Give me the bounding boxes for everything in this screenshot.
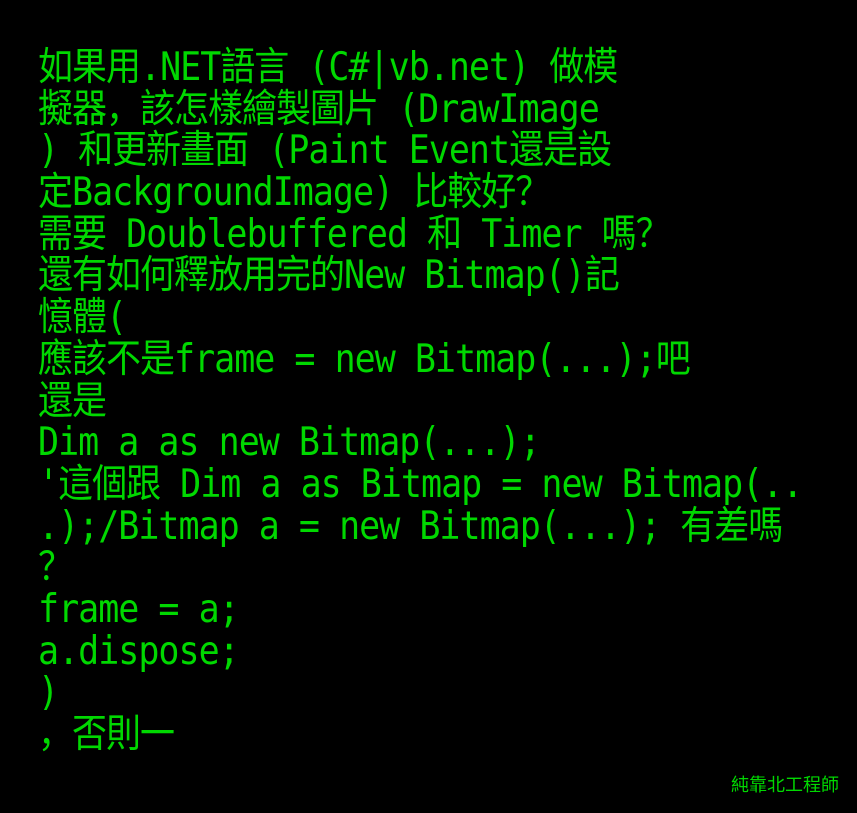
text-line: 還有如何釋放用完的New Bitmap()記 xyxy=(38,253,620,299)
signature-watermark: 純靠北工程師 xyxy=(731,775,839,796)
text-line: ，否則一 xyxy=(38,712,175,758)
text-line: 應該不是frame = new Bitmap(...);吧 xyxy=(38,337,691,383)
text-line: 需要 Doublebuffered 和 Timer 嗎？ xyxy=(38,212,671,258)
text-line: a.dispose; xyxy=(38,629,240,674)
text-line: Dim a as new Bitmap(...); xyxy=(38,420,541,466)
text-line: 定BackgroundImage) 比較好？ xyxy=(38,170,550,216)
text-line: 如果用.NET語言 (C#|vb.net) 做模 xyxy=(38,45,618,91)
text-line: ) 和更新畫面 (Paint Event還是設 xyxy=(38,128,612,174)
post-canvas: 如果用.NET語言 (C#|vb.net) 做模 擬器，該怎樣繪製圖片 (Dra… xyxy=(0,0,857,813)
text-line: '這個跟 Dim a as Bitmap = new Bitmap(.. xyxy=(38,462,803,508)
text-line: 憶體( xyxy=(38,295,127,341)
text-line: 還是 xyxy=(38,378,107,424)
text-line: 擬器，該怎樣繪製圖片 (DrawImage xyxy=(38,87,600,132)
text-line: frame = a; xyxy=(38,587,240,633)
text-line: ) xyxy=(38,670,59,716)
post-text: 如果用.NET語言 (C#|vb.net) 做模 擬器，該怎樣繪製圖片 (Dra… xyxy=(38,45,838,758)
text-line: ？ xyxy=(38,545,73,591)
text-line: .);/Bitmap a = new Bitmap(...); 有差嗎 xyxy=(38,504,783,549)
